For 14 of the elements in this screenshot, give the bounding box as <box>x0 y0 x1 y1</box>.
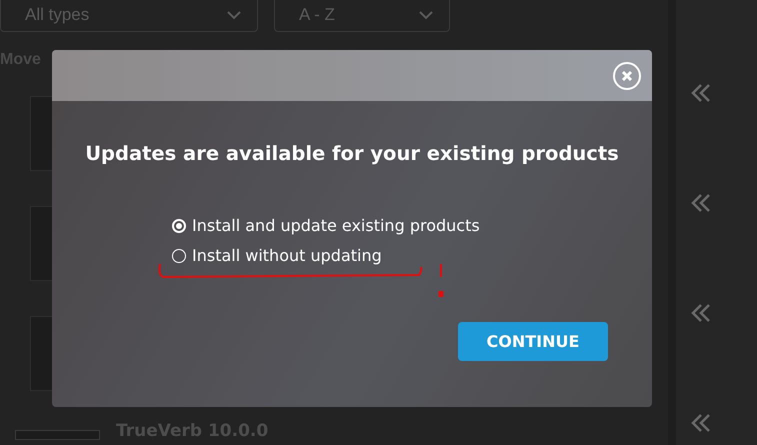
close-icon <box>621 70 633 82</box>
close-button[interactable] <box>613 62 641 90</box>
radio-option[interactable]: Install without updating <box>172 244 382 268</box>
double-chevron-icon[interactable] <box>690 82 712 104</box>
chevron-down-icon <box>419 10 433 20</box>
double-chevron-icon[interactable] <box>690 302 712 324</box>
radio-button[interactable] <box>172 219 186 234</box>
chevron-down-icon <box>227 10 241 20</box>
continue-button[interactable]: CONTINUE <box>458 322 608 362</box>
radio-button[interactable] <box>172 249 186 264</box>
double-chevron-icon[interactable] <box>690 192 712 214</box>
dialog-title: Updates are available for your existing products <box>84 141 620 167</box>
radio-option[interactable]: Install and update existing products <box>172 214 480 238</box>
double-chevron-icon[interactable] <box>690 412 712 434</box>
